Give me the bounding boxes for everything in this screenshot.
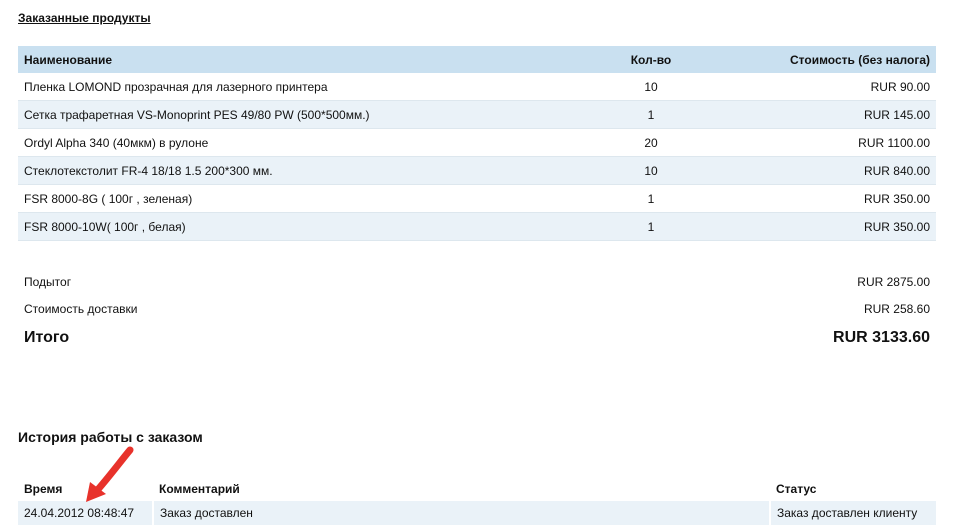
table-row: Ordyl Alpha 340 (40мкм) в рулоне 20 RUR …	[18, 128, 936, 157]
products-header-row: Наименование Кол-во Стоимость (без налог…	[18, 46, 936, 73]
product-price: RUR 840.00	[722, 156, 936, 185]
history-time: 24.04.2012 08:48:47	[18, 501, 154, 525]
product-name: Ordyl Alpha 340 (40мкм) в рулоне	[18, 128, 580, 157]
total-value: RUR 3133.60	[833, 329, 930, 346]
history-title: История работы с заказом	[18, 429, 203, 445]
product-name: FSR 8000-8G ( 100г , зеленая)	[18, 184, 580, 213]
total-label: Итого	[24, 329, 70, 346]
product-qty: 1	[580, 184, 722, 213]
history-status: Заказ доставлен клиенту	[770, 501, 936, 525]
history-header-row: Время Комментарий Статус	[18, 476, 936, 501]
table-row: FSR 8000-10W( 100г , белая) 1 RUR 350.00	[18, 212, 936, 241]
subtotal-label: Подытог	[24, 274, 72, 289]
product-name: Пленка LOMOND прозрачная для лазерного п…	[18, 73, 580, 101]
table-row: 24.04.2012 08:48:47 Заказ доставлен Зака…	[18, 501, 936, 525]
shipping-label: Стоимость доставки	[24, 301, 138, 316]
ordered-products-link[interactable]: Заказанные продукты	[18, 11, 151, 25]
total-row: Итого RUR 3133.60	[18, 322, 936, 354]
product-qty: 1	[580, 100, 722, 129]
product-price: RUR 350.00	[722, 212, 936, 241]
product-name: Сетка трафаретная VS-Monoprint PES 49/80…	[18, 100, 580, 129]
shipping-value: RUR 258.60	[863, 301, 930, 316]
product-qty: 10	[580, 156, 722, 185]
product-qty: 20	[580, 128, 722, 157]
product-qty: 10	[580, 73, 722, 101]
product-price: RUR 145.00	[722, 100, 936, 129]
history-comment: Заказ доставлен	[153, 501, 771, 525]
table-row: Сетка трафаретная VS-Monoprint PES 49/80…	[18, 100, 936, 129]
order-totals: Подытог RUR 2875.00 Стоимость доставки R…	[18, 268, 936, 354]
table-row: Пленка LOMOND прозрачная для лазерного п…	[18, 73, 936, 101]
header-price: Стоимость (без налога)	[722, 46, 936, 73]
product-qty: 1	[580, 212, 722, 241]
product-name: Стеклотекстолит FR-4 18/18 1.5 200*300 м…	[18, 156, 580, 185]
shipping-row: Стоимость доставки RUR 258.60	[18, 295, 936, 322]
table-row: Стеклотекстолит FR-4 18/18 1.5 200*300 м…	[18, 156, 936, 185]
header-status: Статус	[770, 476, 936, 501]
product-price: RUR 90.00	[722, 73, 936, 101]
subtotal-row: Подытог RUR 2875.00	[18, 268, 936, 295]
history-table: Время Комментарий Статус 24.04.2012 08:4…	[18, 476, 936, 525]
header-qty: Кол-во	[580, 46, 722, 73]
products-table: Наименование Кол-во Стоимость (без налог…	[18, 46, 936, 241]
table-row: FSR 8000-8G ( 100г , зеленая) 1 RUR 350.…	[18, 184, 936, 213]
header-comment: Комментарий	[153, 476, 770, 501]
red-arrow-icon	[86, 446, 134, 502]
subtotal-value: RUR 2875.00	[857, 274, 930, 289]
header-name: Наименование	[18, 46, 580, 73]
product-price: RUR 350.00	[722, 184, 936, 213]
product-price: RUR 1100.00	[722, 128, 936, 157]
product-name: FSR 8000-10W( 100г , белая)	[18, 212, 580, 241]
